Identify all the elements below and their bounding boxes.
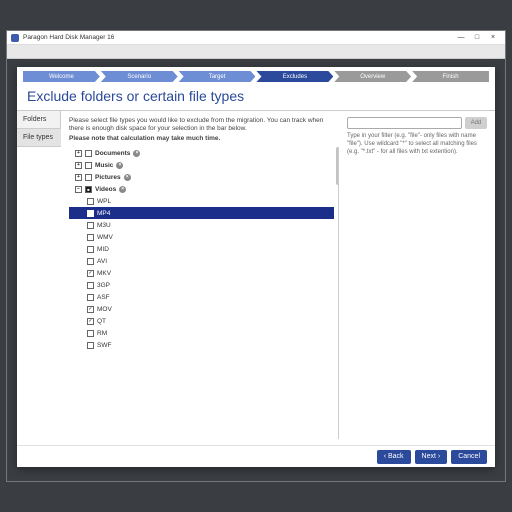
cancel-button[interactable]: Cancel	[451, 450, 487, 464]
tree-label: RM	[97, 330, 107, 337]
scrollbar-thumb[interactable]	[336, 147, 339, 185]
app-icon	[11, 34, 19, 42]
tab-filetypes[interactable]: File types	[17, 129, 61, 147]
tree-label: MKV	[97, 270, 111, 277]
step-overview[interactable]: Overview	[334, 71, 411, 82]
checkbox[interactable]	[87, 306, 94, 313]
step-finish[interactable]: Finish	[412, 71, 489, 82]
tree-item-m3u[interactable]: M3U	[69, 219, 334, 231]
next-button[interactable]: Next ›	[415, 450, 448, 464]
filter-panel: Add Type in your filter (e.g. "file"- on…	[347, 117, 487, 439]
filter-help-text: Type in your filter (e.g. "file"- only f…	[347, 133, 487, 156]
tree-label: WPL	[97, 198, 111, 205]
dialog-main: Please select file types you would like …	[61, 111, 495, 445]
checkbox[interactable]	[87, 234, 94, 241]
step-welcome[interactable]: Welcome	[23, 71, 100, 82]
dialog-footer: ‹ Back Next › Cancel	[17, 445, 495, 467]
step-excludes[interactable]: Excludes	[256, 71, 333, 82]
step-target[interactable]: Target	[179, 71, 256, 82]
filter-input[interactable]	[347, 117, 462, 129]
tree-label: MP4	[97, 210, 110, 217]
checkbox[interactable]	[87, 318, 94, 325]
titlebar: Paragon Hard Disk Manager 16 — □ ×	[7, 31, 505, 45]
dialog-tabs: Folders File types	[17, 111, 61, 445]
tree-item-qt[interactable]: QT	[69, 315, 334, 327]
app-title: Paragon Hard Disk Manager 16	[23, 34, 453, 41]
tree-item-mid[interactable]: MID	[69, 243, 334, 255]
tree-item-asf[interactable]: ASF	[69, 291, 334, 303]
close-button[interactable]: ×	[485, 34, 501, 41]
checkbox[interactable]	[87, 198, 94, 205]
tree-label: MOV	[97, 306, 112, 313]
tree-label: Videos	[95, 186, 116, 193]
checkbox[interactable]	[87, 342, 94, 349]
tree-label: ASF	[97, 294, 110, 301]
tree-label: Pictures	[95, 174, 121, 181]
tree-item-mkv[interactable]: MKV	[69, 267, 334, 279]
tree-item-wmv[interactable]: WMV	[69, 231, 334, 243]
modal-backdrop: WelcomeScenarioTargetExcludesOverviewFin…	[7, 59, 505, 481]
checkbox[interactable]	[87, 294, 94, 301]
checkbox[interactable]	[87, 270, 94, 277]
remove-icon[interactable]: ×	[133, 150, 140, 157]
tree-item-pictures[interactable]: + Pictures×	[69, 171, 334, 183]
wizard-stepper: WelcomeScenarioTargetExcludesOverviewFin…	[17, 67, 495, 82]
checkbox[interactable]	[85, 150, 92, 157]
app-window: Paragon Hard Disk Manager 16 — □ × Welco…	[6, 30, 506, 482]
expand-icon[interactable]: +	[75, 150, 82, 157]
tree-label: M3U	[97, 222, 111, 229]
tree-item-rm[interactable]: RM	[69, 327, 334, 339]
minimize-button[interactable]: —	[453, 34, 469, 41]
tree-item-3gp[interactable]: 3GP	[69, 279, 334, 291]
main-left: Please select file types you would like …	[69, 117, 339, 439]
checkbox[interactable]	[85, 186, 92, 193]
checkbox[interactable]	[85, 162, 92, 169]
checkbox[interactable]	[87, 246, 94, 253]
add-filter-button[interactable]: Add	[465, 117, 487, 129]
page-title: Exclude folders or certain file types	[17, 82, 495, 110]
tree-item-videos[interactable]: − Videos×	[69, 183, 334, 195]
remove-icon[interactable]: ×	[124, 174, 131, 181]
tree-label: Music	[95, 162, 113, 169]
checkbox[interactable]	[87, 282, 94, 289]
checkbox[interactable]	[85, 174, 92, 181]
tree-label: WMV	[97, 234, 113, 241]
maximize-button[interactable]: □	[469, 34, 485, 41]
expand-icon[interactable]: −	[75, 186, 82, 193]
back-button[interactable]: ‹ Back	[377, 450, 411, 464]
tree-item-avi[interactable]: AVI	[69, 255, 334, 267]
hint-line1: Please select file types you would like …	[69, 117, 323, 132]
checkbox[interactable]	[87, 222, 94, 229]
checkbox[interactable]	[87, 210, 94, 217]
checkbox[interactable]	[87, 258, 94, 265]
expand-icon[interactable]: +	[75, 174, 82, 181]
remove-icon[interactable]: ×	[119, 186, 126, 193]
hint-line2: Please note that calculation may take mu…	[69, 135, 339, 143]
instruction-text: Please select file types you would like …	[69, 117, 339, 143]
tree-item-documents[interactable]: + Documents×	[69, 147, 334, 159]
remove-icon[interactable]: ×	[116, 162, 123, 169]
tree-item-swf[interactable]: SWF	[69, 339, 334, 351]
tree-label: Documents	[95, 150, 130, 157]
dialog-body: Folders File types Please select file ty…	[17, 110, 495, 445]
tree-label: 3GP	[97, 282, 110, 289]
tree-label: AVI	[97, 258, 107, 265]
tree-label: SWF	[97, 342, 111, 349]
tree-item-mp4[interactable]: MP4	[69, 207, 334, 219]
tab-folders[interactable]: Folders	[17, 111, 61, 129]
tree-label: QT	[97, 318, 106, 325]
filetype-tree: +Documents×+Music×+Pictures×−Videos×WPLM…	[69, 147, 339, 439]
checkbox[interactable]	[87, 330, 94, 337]
step-scenario[interactable]: Scenario	[101, 71, 178, 82]
tree-item-mov[interactable]: MOV	[69, 303, 334, 315]
main-toolbar	[7, 45, 505, 59]
wizard-dialog: WelcomeScenarioTargetExcludesOverviewFin…	[17, 67, 495, 467]
tree-item-music[interactable]: + Music×	[69, 159, 334, 171]
tree-item-wpl[interactable]: WPL	[69, 195, 334, 207]
tree-label: MID	[97, 246, 109, 253]
expand-icon[interactable]: +	[75, 162, 82, 169]
